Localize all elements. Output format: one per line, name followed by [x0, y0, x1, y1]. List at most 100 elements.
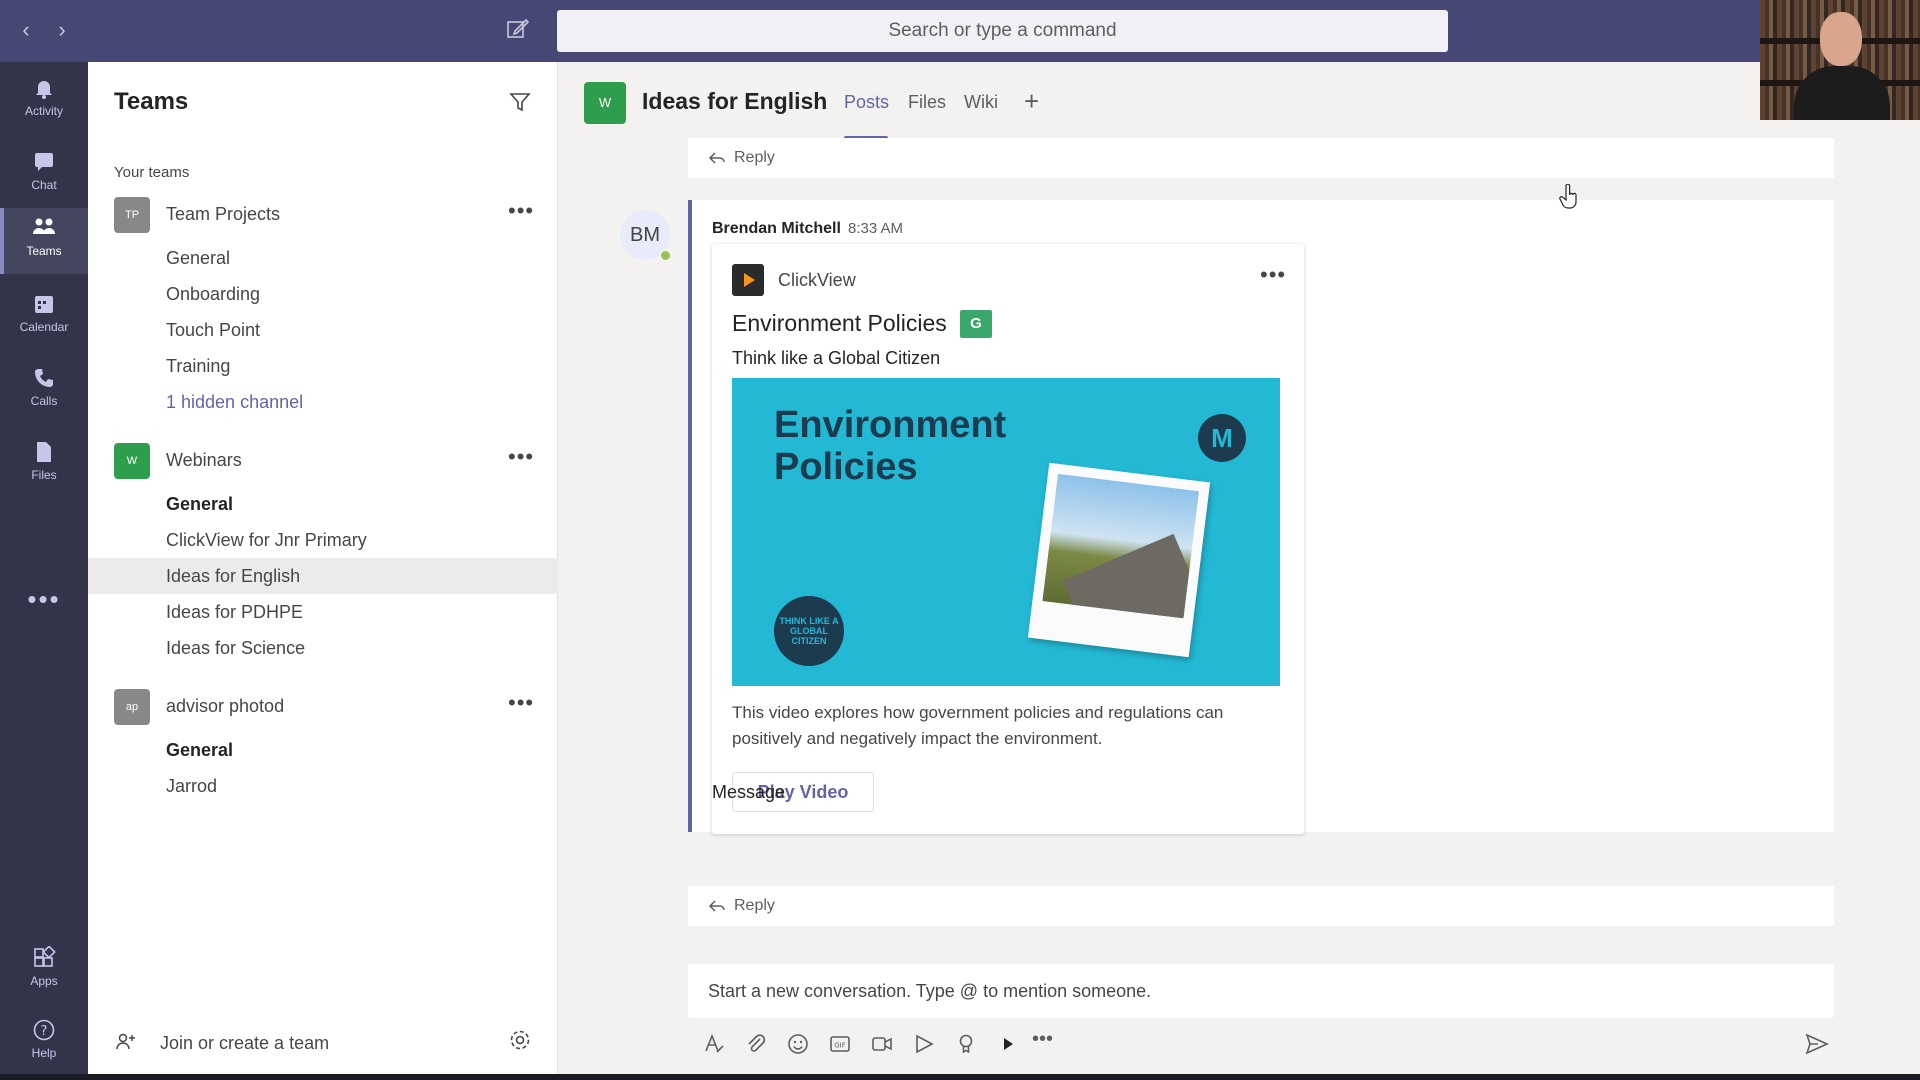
card-app-name: ClickView [778, 270, 856, 290]
teams-panel: Teams Your teams TP Team Projects ••• Ge… [88, 62, 558, 1080]
clickview-app-icon[interactable] [996, 1032, 1020, 1056]
rail-item-teams[interactable]: Teams [0, 208, 88, 274]
reply-bar[interactable]: Reply [688, 886, 1834, 926]
channel-clickview-jnr-primary[interactable]: ClickView for Jnr Primary [166, 522, 367, 558]
more-options-icon[interactable]: ••• [1260, 262, 1286, 288]
rail-label: Help [31, 1046, 57, 1060]
card-title: Environment Policies [732, 310, 947, 336]
tab-posts[interactable]: Posts [844, 92, 889, 113]
clickview-logo-icon [732, 264, 764, 296]
team-name: advisor photod [166, 696, 285, 716]
rail-item-activity[interactable]: Activity [0, 68, 88, 134]
praise-icon[interactable] [954, 1032, 978, 1056]
emoji-icon[interactable] [786, 1032, 810, 1056]
taskbar-strip [0, 1074, 1920, 1080]
back-arrow-icon[interactable]: ‹ [12, 16, 40, 44]
rail-label: Calendar [19, 320, 69, 334]
team-avatar: TP [114, 197, 150, 233]
channel-general[interactable]: General [166, 240, 230, 276]
your-teams-label: Your teams [114, 164, 190, 181]
card-description: This video explores how government polic… [732, 703, 1224, 748]
channel-general[interactable]: General [166, 486, 233, 522]
post-message-text: Message [712, 782, 786, 802]
rail-label: Apps [30, 974, 58, 988]
channel-jarrod[interactable]: Jarrod [166, 768, 217, 804]
attach-icon[interactable] [744, 1032, 768, 1056]
gif-icon[interactable]: GIF [828, 1032, 852, 1056]
post-author[interactable]: Brendan Mitchell [712, 220, 841, 238]
team-webinars[interactable]: W Webinars ••• [88, 438, 558, 482]
svg-text:GIF: GIF [834, 1042, 846, 1050]
channel-ideas-for-science[interactable]: Ideas for Science [166, 630, 305, 666]
gear-icon[interactable] [508, 1028, 532, 1057]
more-options-icon[interactable]: ••• [508, 198, 534, 224]
forward-arrow-icon[interactable]: › [48, 16, 76, 44]
compose-icon[interactable] [505, 16, 535, 46]
compose-toolbar: GIF ••• [688, 1022, 1834, 1066]
more-options-icon[interactable]: ••• [1032, 1028, 1068, 1052]
reply-bar[interactable]: Reply [688, 138, 1834, 178]
title-bar: ‹ › Search or type a command [0, 0, 1920, 62]
more-apps-icon[interactable]: ••• [0, 584, 88, 615]
rail-label: Calls [30, 394, 58, 408]
presence-indicator [659, 249, 672, 262]
phone-icon [35, 369, 53, 387]
channel-ideas-for-english[interactable]: Ideas for English [166, 558, 300, 594]
video-thumbnail[interactable]: Environment Policies M THINK LIKE A GLOB… [732, 378, 1280, 686]
help-icon: ? [33, 1019, 55, 1041]
rail-label: Teams [26, 244, 62, 258]
team-avatar: W [114, 443, 150, 479]
channel-general[interactable]: General [166, 732, 233, 768]
rail-item-chat[interactable]: Chat [0, 142, 88, 208]
reply-icon [708, 900, 725, 912]
rail-label: Files [31, 468, 57, 482]
panel-title: Teams [114, 88, 189, 115]
filter-icon[interactable] [508, 90, 532, 119]
more-options-icon[interactable]: ••• [508, 690, 534, 716]
selected-channel-highlight [88, 558, 558, 594]
channel-touch-point[interactable]: Touch Point [166, 312, 260, 348]
team-team-projects[interactable]: TP Team Projects ••• [88, 192, 558, 236]
rail-item-help[interactable]: ? Help [0, 1010, 88, 1076]
bell-icon [36, 81, 52, 99]
rail-item-calendar[interactable]: Calendar [0, 284, 88, 350]
team-advisor-photod[interactable]: ap advisor photod ••• [88, 684, 558, 728]
app-rail: Activity Chat Teams Calendar Calls Files… [0, 62, 88, 1080]
send-icon[interactable] [1804, 1032, 1830, 1056]
tab-wiki[interactable]: Wiki [964, 92, 998, 113]
channel-onboarding[interactable]: Onboarding [166, 276, 260, 312]
tab-files[interactable]: Files [908, 92, 946, 113]
channel-main: W Ideas for English Posts Files Wiki + R… [558, 62, 1920, 1080]
hidden-channels-link[interactable]: 1 hidden channel [166, 384, 303, 420]
format-icon[interactable] [702, 1032, 726, 1056]
join-or-create-team-button[interactable]: Join or create a team [114, 1024, 534, 1060]
rail-item-files[interactable]: Files [0, 432, 88, 498]
hand-cursor-icon [1559, 184, 1577, 209]
channel-team-avatar: W [584, 82, 626, 124]
add-tab-icon[interactable]: + [1024, 86, 1039, 117]
new-conversation-input[interactable]: Start a new conversation. Type @ to ment… [688, 964, 1834, 1018]
landscape-image [1042, 473, 1199, 619]
join-team-label: Join or create a team [160, 1033, 330, 1053]
calendar-icon [35, 296, 53, 313]
rail-label: Chat [31, 178, 57, 192]
meet-now-icon[interactable] [870, 1032, 894, 1056]
chat-icon [35, 153, 53, 171]
team-name: Team Projects [166, 204, 281, 224]
channel-header: W Ideas for English Posts Files Wiki + [558, 62, 1920, 140]
channel-training[interactable]: Training [166, 348, 230, 384]
stream-icon[interactable] [912, 1032, 936, 1056]
presenter-head [1820, 12, 1862, 66]
rail-item-calls[interactable]: Calls [0, 358, 88, 424]
webcam-overlay [1760, 0, 1920, 120]
more-options-icon[interactable]: ••• [508, 444, 534, 470]
channel-ideas-for-pdhpe[interactable]: Ideas for PDHPE [166, 594, 303, 630]
rail-item-apps[interactable]: Apps [0, 938, 88, 1004]
global-citizen-stamp: THINK LIKE A GLOBAL CITIZEN [774, 596, 844, 666]
search-input[interactable]: Search or type a command [557, 10, 1448, 52]
card-subtitle: Think like a Global Citizen [732, 348, 941, 368]
rail-label: Activity [24, 104, 63, 118]
thumbnail-title: Environment Policies [774, 404, 1007, 488]
post-timestamp: 8:33 AM [848, 220, 904, 237]
clickview-card: ClickView ••• Environment Policies G Thi… [712, 244, 1304, 834]
